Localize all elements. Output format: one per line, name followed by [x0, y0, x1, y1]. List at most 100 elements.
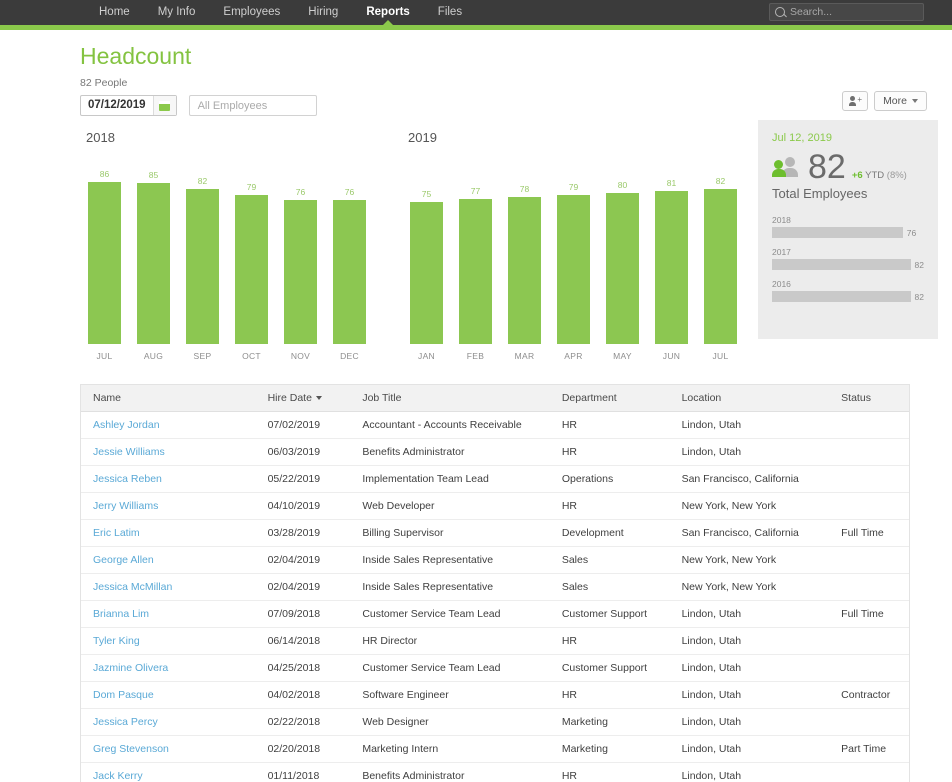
cell-hire: 05/22/2019 [256, 473, 351, 485]
calendar-button[interactable] [153, 96, 176, 115]
nav-item-my-info[interactable]: My Info [144, 0, 210, 25]
bar-column[interactable]: 76 [325, 154, 374, 344]
date-field[interactable]: 07/12/2019 [80, 95, 177, 116]
bar[interactable] [284, 200, 317, 344]
column-header-name[interactable]: Name [81, 392, 256, 404]
table-row[interactable]: Greg Stevenson02/20/2018Marketing Intern… [81, 736, 909, 763]
cell-name[interactable]: Jazmine Olivera [81, 662, 256, 674]
search-icon [775, 7, 785, 17]
bar-value-label: 85 [149, 170, 158, 180]
bar-column[interactable]: 79 [549, 154, 598, 344]
cell-name[interactable]: Tyler King [81, 635, 256, 647]
bar[interactable] [655, 191, 688, 344]
history-bar [772, 291, 911, 302]
table-row[interactable]: Jack Kerry01/11/2018Benefits Administrat… [81, 763, 909, 782]
date-input-value[interactable]: 07/12/2019 [81, 96, 153, 115]
column-header-location[interactable]: Location [670, 392, 830, 404]
employee-filter-input[interactable]: All Employees [189, 95, 317, 116]
table-row[interactable]: Jazmine Olivera04/25/2018Customer Servic… [81, 655, 909, 682]
bar[interactable] [557, 195, 590, 344]
cell-hire: 01/11/2018 [256, 770, 351, 782]
cell-name[interactable]: Jessica McMillan [81, 581, 256, 593]
cell-loc: Lindon, Utah [670, 689, 830, 701]
cell-job: Inside Sales Representative [350, 554, 550, 566]
bar[interactable] [186, 189, 219, 344]
nav-item-files[interactable]: Files [424, 0, 476, 25]
cell-name[interactable]: Jerry Williams [81, 500, 256, 512]
cell-name[interactable]: George Allen [81, 554, 256, 566]
cell-hire: 03/28/2019 [256, 527, 351, 539]
ytd-change: +6 YTD (8%) [852, 170, 907, 181]
top-navigation-bar: HomeMy InfoEmployeesHiringReportsFiles S… [0, 0, 952, 25]
bar[interactable] [88, 182, 121, 344]
column-header-status[interactable]: Status [829, 392, 909, 404]
cell-name[interactable]: Ashley Jordan [81, 419, 256, 431]
bar[interactable] [459, 199, 492, 344]
table-row[interactable]: Tyler King06/14/2018HR DirectorHRLindon,… [81, 628, 909, 655]
chart-plot-area: 2018868582797676JULAUGSEPOCTNOVDEC201975… [80, 130, 735, 370]
bar-column[interactable]: 79 [227, 154, 276, 344]
column-header-hire-date[interactable]: Hire Date [256, 392, 351, 404]
cell-hire: 07/02/2019 [256, 419, 351, 431]
bar[interactable] [704, 189, 737, 344]
month-tick-label: APR [549, 351, 598, 361]
bar-column[interactable]: 82 [178, 154, 227, 344]
table-row[interactable]: Ashley Jordan07/02/2019Accountant - Acco… [81, 412, 909, 439]
table-header-row: NameHire DateJob TitleDepartmentLocation… [81, 385, 909, 412]
cell-name[interactable]: Greg Stevenson [81, 743, 256, 755]
cell-job: Software Engineer [350, 689, 550, 701]
bar-column[interactable]: 81 [647, 154, 696, 344]
add-person-button[interactable]: + [842, 91, 868, 111]
table-row[interactable]: Brianna Lim07/09/2018Customer Service Te… [81, 601, 909, 628]
bar[interactable] [508, 197, 541, 344]
cell-name[interactable]: Eric Latim [81, 527, 256, 539]
bar-column[interactable]: 76 [276, 154, 325, 344]
table-row[interactable]: Jessica McMillan02/04/2019Inside Sales R… [81, 574, 909, 601]
bar[interactable] [333, 200, 366, 344]
people-count-label: 82 People [80, 77, 922, 89]
cell-name[interactable]: Jessica Reben [81, 473, 256, 485]
table-row[interactable]: Eric Latim03/28/2019Billing SupervisorDe… [81, 520, 909, 547]
bar-column[interactable]: 78 [500, 154, 549, 344]
bar[interactable] [137, 183, 170, 344]
cell-name[interactable]: Brianna Lim [81, 608, 256, 620]
table-row[interactable]: Jerry Williams04/10/2019Web DeveloperHRN… [81, 493, 909, 520]
column-header-job-title[interactable]: Job Title [350, 392, 550, 404]
bar[interactable] [410, 202, 443, 344]
cell-loc: New York, New York [670, 554, 830, 566]
cell-name[interactable]: Jack Kerry [81, 770, 256, 782]
cell-loc: Lindon, Utah [670, 743, 830, 755]
nav-item-employees[interactable]: Employees [209, 0, 294, 25]
history-bar-row: 82 [772, 291, 924, 302]
column-header-department[interactable]: Department [550, 392, 670, 404]
history-bar [772, 259, 911, 270]
cell-name[interactable]: Jessica Percy [81, 716, 256, 728]
cell-name[interactable]: Jessie Williams [81, 446, 256, 458]
global-search-box[interactable]: Search... [769, 3, 924, 21]
month-tick-label: MAR [500, 351, 549, 361]
bar-column[interactable]: 80 [598, 154, 647, 344]
table-row[interactable]: Dom Pasque04/02/2018Software EngineerHRL… [81, 682, 909, 709]
cell-dept: Marketing [550, 743, 670, 755]
cell-loc: Lindon, Utah [670, 716, 830, 728]
bar[interactable] [606, 193, 639, 344]
bar-column[interactable]: 85 [129, 154, 178, 344]
bar-column[interactable]: 82 [696, 154, 745, 344]
page-title: Headcount [80, 43, 922, 70]
more-button[interactable]: More [874, 91, 927, 111]
nav-item-hiring[interactable]: Hiring [294, 0, 352, 25]
table-row[interactable]: George Allen02/04/2019Inside Sales Repre… [81, 547, 909, 574]
nav-item-home[interactable]: Home [85, 0, 144, 25]
history-bar-row: 76 [772, 227, 924, 238]
table-row[interactable]: Jessica Reben05/22/2019Implementation Te… [81, 466, 909, 493]
cell-hire: 06/14/2018 [256, 635, 351, 647]
bar-column[interactable]: 77 [451, 154, 500, 344]
bar[interactable] [235, 195, 268, 344]
table-row[interactable]: Jessica Percy02/22/2018Web DesignerMarke… [81, 709, 909, 736]
bar-column[interactable]: 86 [80, 154, 129, 344]
cell-name[interactable]: Dom Pasque [81, 689, 256, 701]
cell-dept: Development [550, 527, 670, 539]
bar-column[interactable]: 75 [402, 154, 451, 344]
table-row[interactable]: Jessie Williams06/03/2019Benefits Admini… [81, 439, 909, 466]
employee-table: NameHire DateJob TitleDepartmentLocation… [80, 384, 910, 782]
